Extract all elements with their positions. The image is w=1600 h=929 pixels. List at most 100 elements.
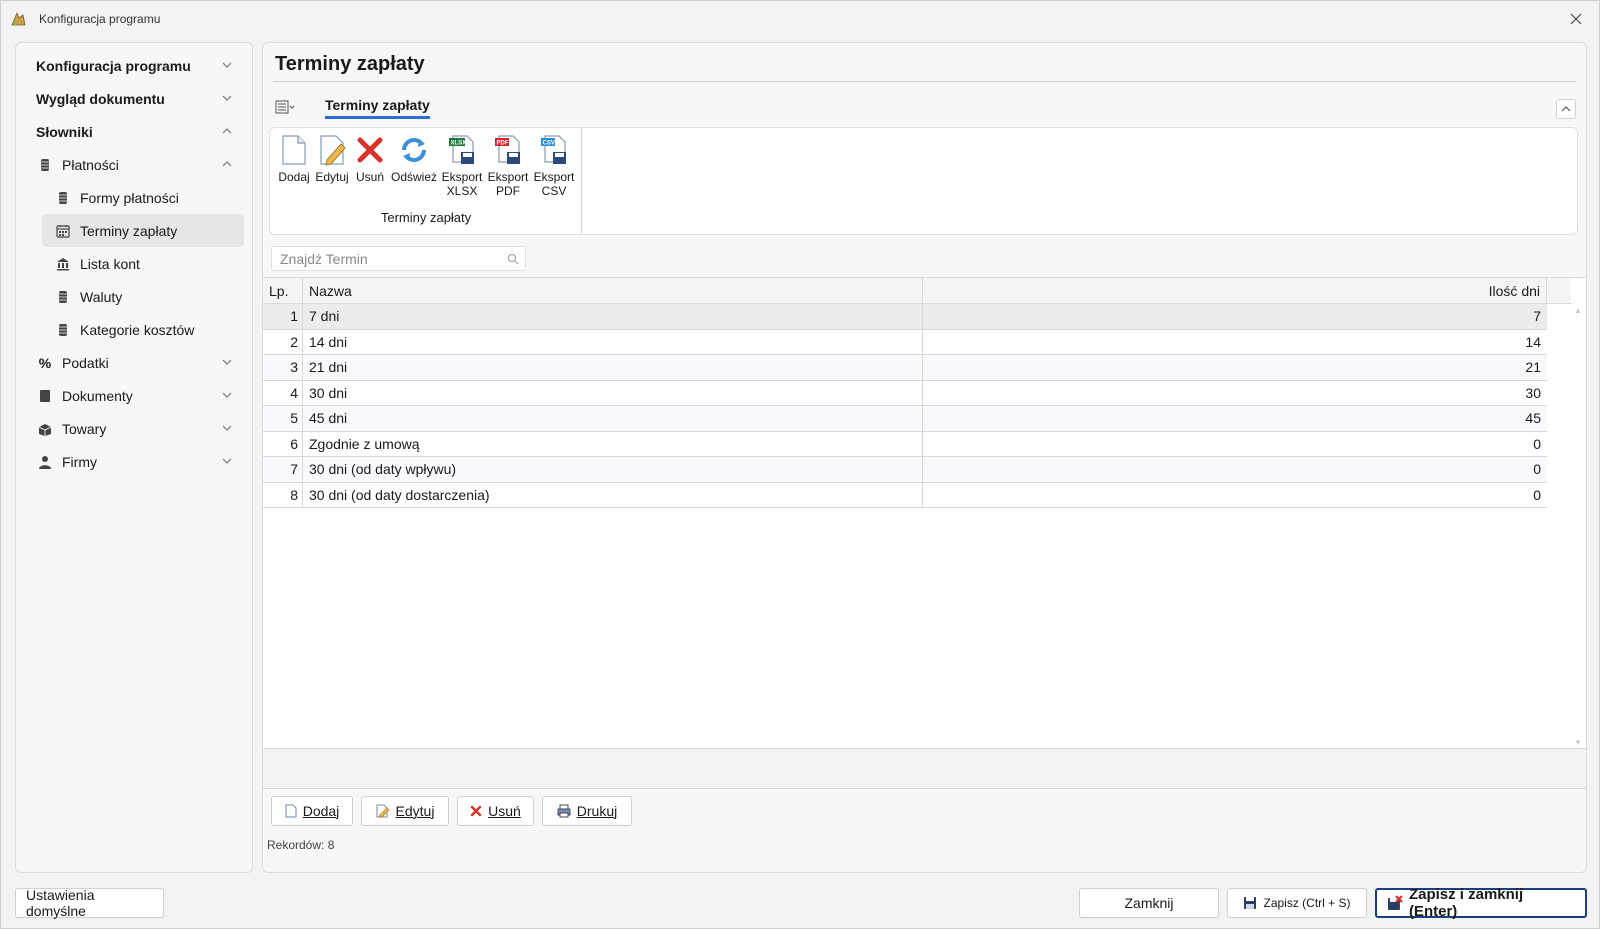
new-document-icon [282, 135, 306, 165]
cell-name: 7 dni [303, 304, 923, 329]
cell-days: 0 [1533, 486, 1541, 503]
restore-defaults-button[interactable]: Ustawienia domyślne [15, 887, 164, 919]
search-icon [508, 254, 519, 265]
document-icon [40, 389, 50, 402]
cell-name: 30 dni [303, 380, 923, 406]
ribbon-collapse-button[interactable] [1556, 99, 1576, 119]
sidebar-item-platnosci[interactable]: Płatności [16, 148, 252, 181]
add-button[interactable]: Dodaj [271, 796, 353, 826]
delete-button-label: Usuń [488, 803, 521, 819]
sidebar-item-konfiguracja[interactable]: Konfiguracja programu [16, 49, 252, 82]
sidebar-item-terminy-zaplaty[interactable]: Terminy zapłaty [42, 214, 244, 247]
ribbon-export-pdf-button[interactable]: PDF Eksport PDF [486, 134, 530, 198]
sidebar-nav: Konfiguracja programu Wygląd dokumentu S… [15, 42, 253, 873]
save-button[interactable]: Zapisz (Ctrl + S) [1227, 888, 1367, 918]
delete-button[interactable]: Usuń [457, 796, 534, 826]
table-row[interactable]: 3 21 dni 21 [263, 355, 1547, 381]
edit-button[interactable]: Edytuj [361, 796, 449, 826]
ribbon-refresh-label: Odśwież [390, 170, 437, 184]
cell-name: 21 dni [303, 355, 923, 380]
table-row[interactable]: 6 Zgodnie z umową 0 [263, 431, 1547, 457]
person-icon [39, 455, 51, 469]
chevron-down-icon [222, 392, 232, 398]
tab-terminy-zaplaty[interactable]: Terminy zapłaty [325, 97, 430, 119]
sidebar-item-label: Towary [62, 420, 107, 437]
sidebar-item-label: Wygląd dokumentu [36, 90, 165, 107]
cell-days: 21 [1525, 359, 1541, 375]
cell-name: 45 dni [303, 406, 923, 431]
ribbon-export-xlsx-button[interactable]: XLSX Eksport XLSX [440, 134, 484, 198]
save-and-close-button[interactable]: Zapisz i zamknij (Enter) [1375, 886, 1587, 920]
ribbon-toolbar: Dodaj Edytuj Usuń Odśwież XLSX Eksport X… [269, 127, 1578, 235]
table-header: Lp. Nazwa Ilość dni [263, 278, 1571, 304]
ribbon-export-pdf-label: Eksport PDF [487, 170, 529, 198]
cylinder-icon [59, 191, 67, 204]
header-name[interactable]: Nazwa [303, 278, 923, 304]
cylinder-icon [59, 290, 67, 303]
sidebar-item-firmy[interactable]: Firmy [16, 445, 252, 478]
title-bar: Konfiguracja programu [1, 1, 1599, 37]
cell-lp: 2 [263, 329, 303, 355]
cell-days: 0 [1533, 461, 1541, 477]
save-close-icon [1387, 895, 1403, 910]
scroll-up-arrow[interactable]: ▲ [1574, 306, 1582, 315]
ribbon-export-csv-button[interactable]: CSV Eksport CSV [532, 134, 576, 198]
chevron-up-icon [222, 128, 232, 134]
sidebar-item-waluty[interactable]: Waluty [16, 280, 252, 313]
ribbon-menu-icon[interactable] [275, 99, 297, 115]
sidebar-item-label: Lista kont [80, 255, 140, 272]
ribbon-export-csv-label: Eksport CSV [533, 170, 575, 198]
record-count: Rekordów: 8 [267, 838, 335, 852]
close-button[interactable]: Zamknij [1079, 888, 1219, 918]
table-row[interactable]: 2 14 dni 14 [263, 329, 1547, 355]
ribbon-delete-button[interactable]: Usuń [348, 134, 392, 184]
sidebar-item-label: Słowniki [36, 123, 93, 140]
sidebar-item-lista-kont[interactable]: Lista kont [16, 247, 252, 280]
sidebar-item-label: Podatki [62, 354, 109, 371]
save-button-label: Zapisz (Ctrl + S) [1263, 896, 1351, 910]
window-title: Konfiguracja programu [39, 12, 161, 26]
sidebar-item-kategorie-kosztow[interactable]: Kategorie kosztów [16, 313, 252, 346]
ribbon-tab-bar: Terminy zapłaty [269, 93, 1580, 123]
scroll-down-arrow[interactable]: ▼ [1574, 738, 1582, 747]
sidebar-item-wyglad[interactable]: Wygląd dokumentu [16, 82, 252, 115]
chevron-up-icon [1561, 106, 1571, 112]
table-row[interactable]: 4 30 dni 30 [263, 380, 1547, 406]
sidebar-item-label: Waluty [80, 288, 123, 305]
page-title: Terminy zapłaty [275, 53, 425, 75]
calendar-icon [56, 224, 70, 238]
table-row[interactable]: 8 30 dni (od daty dostarczenia) 0 [263, 482, 1547, 508]
cell-lp: 5 [263, 406, 303, 431]
cell-days: 30 [1525, 384, 1541, 401]
delete-x-icon [357, 137, 383, 163]
sidebar-item-label: Formy płatności [80, 189, 179, 206]
ribbon-group: Dodaj Edytuj Usuń Odśwież XLSX Eksport X… [270, 128, 582, 234]
sidebar-item-formy-platnosci[interactable]: Formy płatności [16, 181, 252, 214]
table-row[interactable]: 7 30 dni (od daty wpływu) 0 [263, 457, 1547, 483]
window-close-button[interactable] [1553, 1, 1599, 37]
ribbon-delete-label: Usuń [355, 170, 384, 184]
edit-pencil-icon [376, 804, 389, 818]
cell-days: 14 [1525, 333, 1541, 350]
app-logo-icon [11, 11, 26, 26]
print-button[interactable]: Drukuj [542, 796, 632, 826]
sidebar-item-label: Dokumenty [62, 387, 133, 404]
search-input[interactable] [272, 249, 492, 268]
sidebar-item-slowniki[interactable]: Słowniki [16, 115, 252, 148]
search-box [271, 246, 526, 271]
ribbon-refresh-button[interactable]: Odśwież [390, 134, 438, 184]
table-row[interactable]: 17 dni 7 [263, 304, 1547, 330]
sidebar-item-towary[interactable]: Towary [16, 412, 252, 445]
ribbon-group-label: Terminy zapłaty [380, 210, 472, 225]
sidebar-item-dokumenty[interactable]: Dokumenty [16, 379, 252, 412]
add-button-label: Dodaj [302, 803, 340, 819]
sidebar-item-label: Firmy [62, 453, 97, 470]
cell-lp: 6 [263, 431, 303, 457]
sidebar-item-podatki[interactable]: % Podatki [16, 346, 252, 379]
edit-button-label: Edytuj [395, 803, 435, 819]
table-row[interactable]: 5 45 dni 45 [263, 406, 1547, 432]
sidebar-item-label: Terminy zapłaty [80, 222, 178, 239]
header-days[interactable]: Ilość dni [923, 278, 1547, 304]
ribbon-export-xlsx-label: Eksport XLSX [441, 170, 483, 198]
header-lp[interactable]: Lp. [263, 278, 303, 304]
